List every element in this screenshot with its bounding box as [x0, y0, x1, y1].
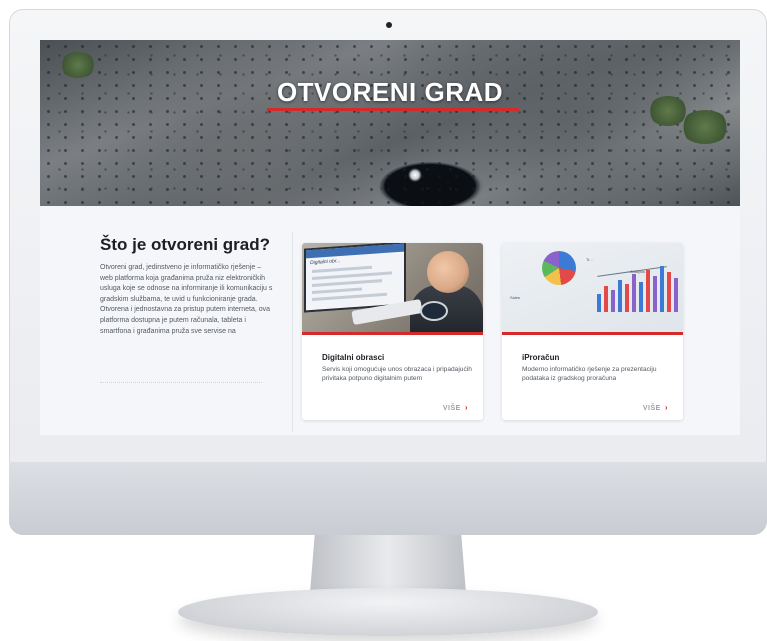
- form-line: [312, 265, 372, 274]
- hero-title-underline: [267, 108, 519, 111]
- bar-graphic: [660, 266, 664, 312]
- form-line: [312, 292, 387, 302]
- more-link[interactable]: VIŠE ›: [443, 403, 468, 412]
- card-image-budget-charts: Analysis Sales Tr...: [502, 243, 683, 332]
- card-digitalni-obrasci[interactable]: Digitalni obr... Digitalni obrasci Servi…: [302, 243, 483, 420]
- person-head-graphic: [427, 251, 469, 293]
- website-screen: OTVORENI GRAD Što je otvoreni grad? Otvo…: [40, 40, 740, 435]
- form-line: [312, 279, 382, 288]
- bar-graphic: [653, 276, 657, 312]
- vertical-separator: [292, 232, 293, 432]
- mousepad-graphic: [420, 301, 448, 321]
- form-line: [312, 287, 362, 295]
- bar-graphic: [646, 270, 650, 312]
- intro-title: Što je otvoreni grad?: [100, 235, 271, 254]
- hero-title: OTVORENI GRAD: [276, 77, 504, 107]
- intro-text: Otvoreni grad, jedinstveno je informatič…: [100, 264, 273, 335]
- bar-graphic: [674, 278, 678, 312]
- content-section: Što je otvoreni grad? Otvoreni grad, jed…: [40, 206, 740, 435]
- card-accent-line: [502, 332, 683, 335]
- intro-block: Što je otvoreni grad? Otvoreni grad, jed…: [100, 235, 275, 337]
- hero-banner: OTVORENI GRAD: [40, 40, 740, 206]
- monitor-stand-base: [178, 588, 598, 636]
- form-screen-graphic: Digitalni obr...: [304, 243, 406, 313]
- card-image-digital-forms: Digitalni obr...: [302, 243, 483, 332]
- camera-dot: [386, 22, 392, 28]
- chart-photo-label: Tr...: [586, 257, 593, 262]
- chart-photo-label: Sales: [510, 295, 521, 300]
- form-screen-caption: Digitalni obr...: [310, 258, 341, 267]
- chevron-right-icon: ›: [664, 403, 668, 412]
- bar-graphic: [604, 286, 608, 312]
- fountain-splash: [408, 168, 422, 182]
- bar-graphic: [597, 294, 601, 312]
- bar-graphic: [618, 280, 622, 312]
- monitor-stand-neck: [310, 535, 466, 593]
- hero-tree: [680, 110, 730, 144]
- intro-divider: [100, 382, 262, 383]
- pie-chart-graphic: [542, 251, 576, 285]
- more-link-label: VIŠE: [442, 405, 461, 412]
- hero-tree: [60, 52, 96, 78]
- card-description: Moderno informatičko rješenje za prezent…: [522, 366, 657, 382]
- bar-graphic: [667, 272, 671, 312]
- bar-graphic: [632, 274, 636, 312]
- card-title: iProračun: [522, 353, 560, 362]
- more-link-label: VIŠE: [642, 405, 661, 412]
- monitor-chin: [9, 462, 767, 535]
- bar-graphic: [639, 282, 643, 312]
- more-link[interactable]: VIŠE ›: [643, 403, 668, 412]
- card-iproracun[interactable]: Analysis Sales Tr... iProračun Moderno i…: [502, 243, 683, 420]
- card-description: Servis koji omogućuje unos obrazaca i pr…: [322, 366, 472, 382]
- bar-graphic: [625, 284, 629, 312]
- hero-crowd-texture: [40, 40, 740, 206]
- chevron-right-icon: ›: [464, 403, 468, 412]
- bar-graphic: [611, 290, 615, 312]
- card-accent-line: [302, 332, 483, 335]
- card-title: Digitalni obrasci: [322, 353, 385, 362]
